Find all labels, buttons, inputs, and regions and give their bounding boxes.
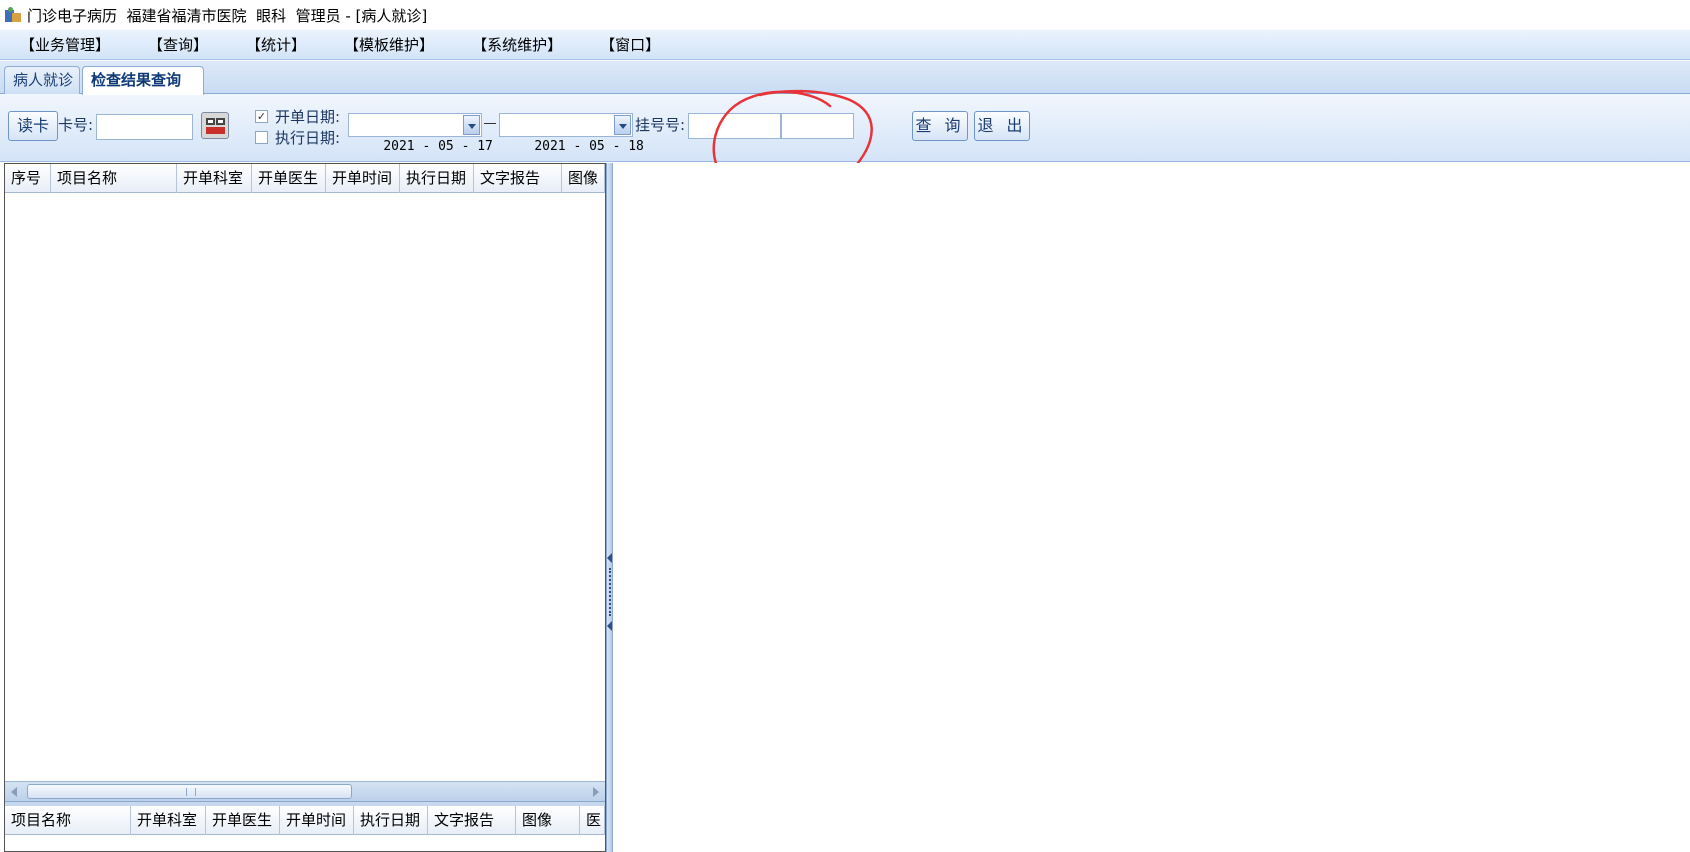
report-view-panel xyxy=(613,163,1690,852)
tab-patient-visit[interactable]: 病人就诊 xyxy=(4,66,80,94)
col-text-report[interactable]: 文字报告 xyxy=(428,806,516,835)
horizontal-scrollbar[interactable] xyxy=(5,781,605,801)
menu-business[interactable]: 【业务管理】 xyxy=(14,32,116,57)
collapse-left-icon[interactable] xyxy=(607,553,612,563)
menu-query[interactable]: 【查询】 xyxy=(142,32,214,57)
card-no-label: 卡号: xyxy=(58,116,94,134)
chevron-down-icon[interactable] xyxy=(614,115,631,135)
menu-system[interactable]: 【系统维护】 xyxy=(466,32,568,57)
col-image[interactable]: 图像 xyxy=(516,806,580,835)
col-exec-date[interactable]: 执行日期 xyxy=(400,164,474,193)
panel-splitter[interactable] xyxy=(606,163,613,852)
col-text-report[interactable]: 文字报告 xyxy=(474,164,562,193)
tab-exam-results[interactable]: 检查结果查询 xyxy=(82,66,204,95)
scroll-left-icon[interactable] xyxy=(11,787,17,797)
col-exec-date[interactable]: 执行日期 xyxy=(354,806,428,835)
scroll-thumb[interactable] xyxy=(27,784,352,799)
results-panel: 序号 项目名称 开单科室 开单医生 开单时间 执行日期 文字报告 图像 项目名称… xyxy=(4,163,606,852)
date-from-value: 2021 - 05 - 17 xyxy=(383,139,493,154)
col-item-name[interactable]: 项目名称 xyxy=(5,806,131,835)
menu-bar: 【业务管理】 【查询】 【统计】 【模板维护】 【系统维护】 【窗口】 xyxy=(0,30,1690,60)
date-to-value: 2021 - 05 - 18 xyxy=(534,139,644,154)
col-item-name[interactable]: 项目名称 xyxy=(51,164,177,193)
qr-code-icon[interactable] xyxy=(201,112,229,139)
chevron-down-icon[interactable] xyxy=(463,115,480,135)
open-date-checkbox[interactable]: ✓ xyxy=(255,110,268,123)
reg-no-input-2[interactable] xyxy=(781,113,854,139)
col-dept[interactable]: 开单科室 xyxy=(177,164,252,193)
col-doctor-truncated[interactable]: 医 xyxy=(580,806,605,835)
collapse-left-icon[interactable] xyxy=(607,621,612,631)
tab-strip: 病人就诊 检查结果查询 xyxy=(0,61,1690,95)
exec-date-checkbox[interactable] xyxy=(255,131,268,144)
menu-template[interactable]: 【模板维护】 xyxy=(338,32,440,57)
exit-button[interactable]: 退 出 xyxy=(974,111,1030,141)
date-from-picker[interactable]: 2021 - 05 - 17 xyxy=(348,113,493,154)
col-doctor[interactable]: 开单医生 xyxy=(252,164,326,193)
grip-icon xyxy=(609,568,611,616)
window-title: 门诊电子病历 福建省福清市医院 眼科 管理员 - [病人就诊] xyxy=(27,6,428,25)
menu-window[interactable]: 【窗口】 xyxy=(594,32,666,57)
query-toolbar: 读卡 卡号: ✓ 开单日期: 执行日期: 2021 - 05 - 17 2021… xyxy=(0,94,1690,162)
col-open-time[interactable]: 开单时间 xyxy=(326,164,400,193)
scroll-right-icon[interactable] xyxy=(593,787,599,797)
col-dept[interactable]: 开单科室 xyxy=(131,806,206,835)
title-bar: 门诊电子病历 福建省福清市医院 眼科 管理员 - [病人就诊] xyxy=(0,0,1690,30)
detail-grid-header: 项目名称 开单科室 开单医生 开单时间 执行日期 文字报告 图像 医 xyxy=(5,806,605,835)
reg-no-input[interactable] xyxy=(688,113,781,139)
menu-statistics[interactable]: 【统计】 xyxy=(240,32,312,57)
col-open-time[interactable]: 开单时间 xyxy=(280,806,354,835)
exec-date-label: 执行日期: xyxy=(275,129,341,147)
query-button[interactable]: 查 询 xyxy=(912,111,968,141)
date-range-dash xyxy=(484,123,496,124)
col-image[interactable]: 图像 xyxy=(562,164,605,193)
app-icon xyxy=(4,6,22,24)
read-card-button[interactable]: 读卡 xyxy=(8,111,58,141)
reg-no-label: 挂号号: xyxy=(635,116,686,134)
col-seq[interactable]: 序号 xyxy=(5,164,51,193)
col-doctor[interactable]: 开单医生 xyxy=(206,806,280,835)
date-to-picker[interactable]: 2021 - 05 - 18 xyxy=(499,113,644,154)
open-date-label: 开单日期: xyxy=(275,108,341,126)
results-grid-header: 序号 项目名称 开单科室 开单医生 开单时间 执行日期 文字报告 图像 xyxy=(5,164,605,193)
card-no-input[interactable] xyxy=(96,114,193,140)
